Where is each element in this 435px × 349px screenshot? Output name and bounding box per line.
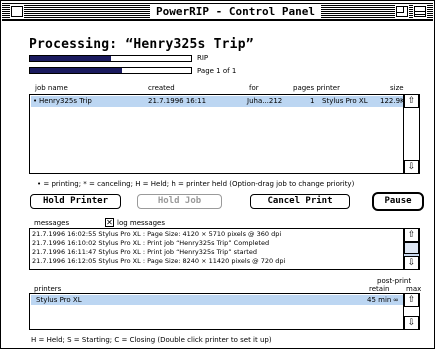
log-messages-checkbox[interactable]: ✕ bbox=[105, 218, 114, 227]
job-status-legend: • = printing; * = canceling; H = Held; h… bbox=[37, 180, 355, 188]
messages-list[interactable]: 21.7.1996 16:02:55 Stylus Pro XL : Page … bbox=[29, 228, 420, 270]
page-progress-label: Page 1 of 1 bbox=[197, 67, 237, 75]
job-created-cell: 21.7.1996 16:11 bbox=[148, 97, 207, 105]
column-header-size: size bbox=[390, 84, 404, 92]
page-progress-bar bbox=[29, 67, 192, 74]
scroll-down-arrow-icon[interactable]: ⇩ bbox=[404, 316, 419, 330]
printer-list-scrollbar[interactable]: ⇧ ⇩ bbox=[403, 293, 419, 330]
collapse-box-icon[interactable] bbox=[413, 5, 427, 18]
message-line: 21.7.1996 16:12:05 Stylus Pro XL : Page … bbox=[32, 257, 286, 265]
column-header-created: created bbox=[148, 84, 175, 92]
hold-printer-button[interactable]: Hold Printer bbox=[30, 194, 121, 209]
printer-row[interactable]: Stylus Pro XL 45 min ∞ bbox=[31, 295, 404, 305]
job-name-cell: Henry325s Trip bbox=[39, 97, 92, 105]
job-list-scrollbar[interactable]: ⇧ ⇩ bbox=[403, 94, 419, 174]
hold-job-button[interactable]: Hold Job bbox=[137, 194, 222, 209]
message-line: 21.7.1996 16:02:55 Stylus Pro XL : Page … bbox=[32, 230, 282, 238]
cancel-print-button[interactable]: Cancel Print bbox=[250, 194, 350, 209]
messages-label: messages bbox=[34, 219, 70, 227]
page-progress-fill bbox=[30, 68, 122, 73]
printer-list[interactable]: Stylus Pro XL 45 min ∞ ⇧ ⇩ bbox=[29, 293, 420, 330]
job-for-cell: Juha...212 bbox=[247, 97, 283, 105]
scroll-down-arrow-icon[interactable]: ⇩ bbox=[404, 160, 419, 174]
message-line: 21.7.1996 16:10:02 Stylus Pro XL : Print… bbox=[32, 239, 270, 247]
rip-progress-bar bbox=[29, 55, 192, 62]
messages-scroll-thumb[interactable] bbox=[404, 242, 419, 254]
job-list[interactable]: • Henry325s Trip 21.7.1996 16:11 Juha...… bbox=[29, 94, 420, 174]
control-panel-window: PowerRIP - Control Panel Processing: “He… bbox=[0, 0, 435, 349]
table-row[interactable]: • Henry325s Trip 21.7.1996 16:11 Juha...… bbox=[31, 96, 405, 107]
printer-status-legend: H = Held; S = Starting; C = Closing (Dou… bbox=[31, 336, 272, 344]
processing-status-title: Processing: “Henry325s Trip” bbox=[29, 37, 254, 52]
scroll-up-arrow-icon[interactable]: ⇧ bbox=[404, 94, 419, 108]
scroll-down-arrow-icon[interactable]: ⇩ bbox=[404, 256, 419, 270]
title-bar[interactable]: PowerRIP - Control Panel bbox=[2, 2, 433, 21]
column-header-pages-printer: pages printer bbox=[293, 84, 340, 92]
log-messages-label: log messages bbox=[117, 219, 166, 227]
job-pages-cell: 1 bbox=[310, 97, 315, 105]
job-printer-cell: Stylus Pro XL bbox=[322, 97, 368, 105]
rip-progress-label: RIP bbox=[197, 54, 209, 62]
close-box-icon[interactable] bbox=[10, 5, 24, 18]
printer-retain-cell: 45 min bbox=[367, 296, 392, 304]
pause-button[interactable]: Pause bbox=[372, 192, 424, 211]
zoom-box-icon[interactable] bbox=[395, 5, 409, 18]
printer-max-cell: ∞ bbox=[393, 296, 399, 304]
scroll-up-arrow-icon[interactable]: ⇧ bbox=[404, 293, 419, 307]
message-line: 21.7.1996 16:11:47 Stylus Pro XL : Print… bbox=[32, 248, 257, 256]
job-size-cell: 122.9K bbox=[380, 97, 405, 105]
window-title: PowerRIP - Control Panel bbox=[150, 4, 321, 19]
scroll-up-arrow-icon[interactable]: ⇧ bbox=[404, 228, 419, 242]
rip-progress-fill bbox=[30, 56, 111, 61]
column-header-for: for bbox=[249, 84, 259, 92]
job-status-marker: • bbox=[33, 97, 38, 105]
column-header-job-name: job name bbox=[35, 84, 68, 92]
printer-name-cell: Stylus Pro XL bbox=[36, 296, 82, 304]
messages-scrollbar[interactable]: ⇧ ⇩ bbox=[403, 228, 419, 270]
